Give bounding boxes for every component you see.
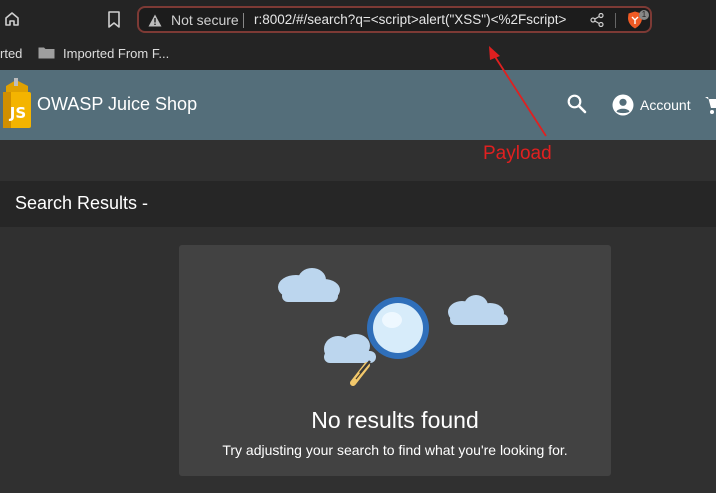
omnibox-divider-2 [615, 13, 616, 28]
address-bar[interactable]: Not secure r:8002/#/search?q=<script>ale… [137, 6, 652, 33]
bookmark-icon[interactable] [107, 11, 121, 28]
app-title[interactable]: OWASP Juice Shop [37, 94, 197, 115]
cloud-icon [448, 295, 508, 325]
url-text[interactable]: r:8002/#/search?q=<script>alert("XSS")<%… [254, 12, 566, 27]
logo-text: JS [9, 104, 26, 122]
annotation-arrow [489, 46, 547, 137]
cart-icon[interactable] [704, 94, 716, 116]
cloud-icon [278, 268, 340, 302]
folder-icon[interactable] [38, 46, 55, 59]
no-results-title: No results found [311, 407, 479, 433]
magnifier-illustration [278, 268, 508, 386]
search-icon[interactable] [566, 93, 588, 115]
cloud-icon [324, 334, 376, 363]
no-results-subtitle: Try adjusting your search to find what y… [222, 442, 568, 458]
share-icon[interactable] [590, 13, 604, 27]
omnibox-divider [243, 13, 244, 28]
bookmarks-bar: rted Imported From F... [0, 40, 716, 70]
home-icon[interactable] [4, 11, 20, 27]
results-header: Search Results - [0, 181, 716, 227]
app-toolbar: JS OWASP Juice Shop Account [0, 70, 716, 140]
bookmark-item[interactable]: rted [0, 46, 22, 61]
warning-icon[interactable] [148, 14, 162, 27]
security-label[interactable]: Not secure [171, 12, 239, 28]
account-label: Account [640, 97, 691, 113]
page-title: Search Results - [15, 193, 149, 213]
juice-shop-logo[interactable]: JS [0, 78, 32, 132]
bookmark-folder-label[interactable]: Imported From F... [63, 46, 169, 61]
shields-badge: 1 [639, 10, 649, 20]
annotation-label: Payload [483, 143, 552, 164]
account-icon [612, 94, 634, 116]
browser-top-bar: Not secure r:8002/#/search?q=<script>ale… [0, 0, 716, 40]
no-results-card: No results found Try adjusting your sear… [179, 245, 611, 476]
account-button[interactable]: Account [612, 94, 691, 116]
